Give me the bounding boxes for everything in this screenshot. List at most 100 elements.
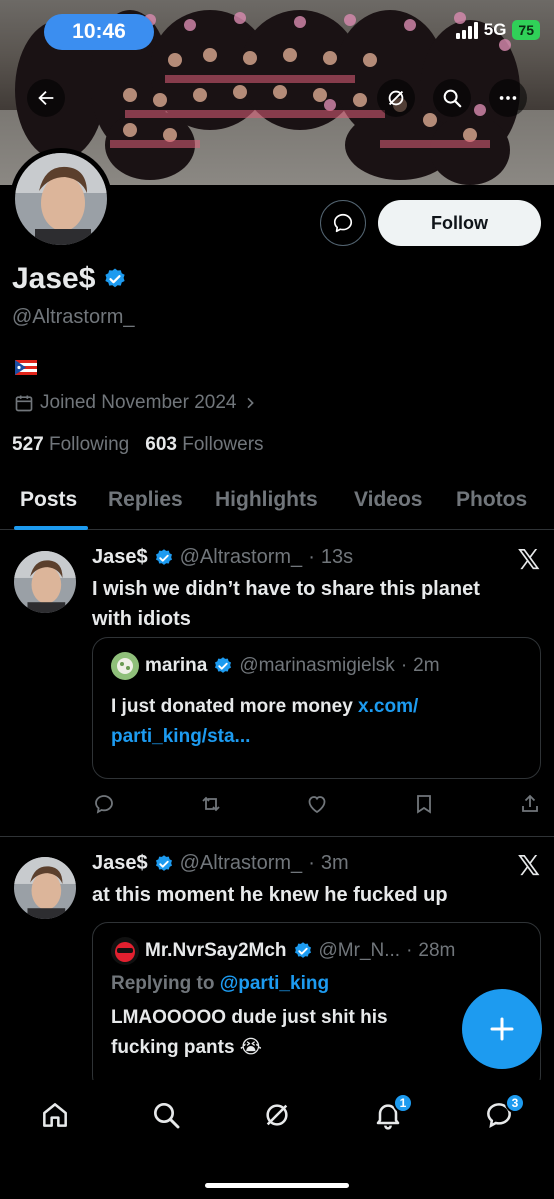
signal-icon	[455, 21, 478, 39]
verified-badge-icon	[155, 548, 172, 565]
profile-name: Jase$	[12, 262, 96, 295]
nav-grok[interactable]	[259, 1097, 295, 1133]
profile-tabs: Posts Replies Highlights Videos Photos	[0, 476, 554, 530]
joined-row[interactable]: Joined November 2024	[14, 392, 258, 414]
tab-highlights[interactable]: Highlights	[215, 488, 318, 512]
post-separator: ·	[308, 546, 315, 568]
post-header: Jase$ @Altrastorm_ · 3m	[92, 852, 349, 875]
profile-avatar[interactable]	[10, 148, 112, 250]
post-separator: ·	[308, 852, 315, 874]
post[interactable]: Jase$ @Altrastorm_ · 13s 𝕏 I wish we did…	[0, 531, 554, 836]
quote-avatar	[111, 937, 139, 965]
quoted-post[interactable]: marina @marinasmigielsk · 2m I just dona…	[92, 637, 541, 779]
followers-count: 603	[145, 434, 177, 455]
nav-search[interactable]	[148, 1097, 184, 1133]
joined-date: Joined November 2024	[40, 392, 237, 413]
following-label: Following	[48, 434, 130, 455]
post-header: Jase$ @Altrastorm_ · 13s	[92, 546, 353, 569]
post-author-handle[interactable]: @Altrastorm_	[180, 546, 303, 569]
profile-handle: @Altrastorm_	[12, 306, 135, 328]
tab-replies[interactable]: Replies	[108, 488, 183, 512]
nav-home[interactable]	[37, 1097, 73, 1133]
quote-link-continued[interactable]: parti_king/sta...	[111, 722, 418, 752]
more-dots-icon	[499, 96, 517, 100]
quote-time: 2m	[413, 655, 440, 676]
post-text-line: with idiots	[92, 608, 191, 630]
post-avatar[interactable]	[14, 551, 76, 613]
search-icon	[154, 1103, 180, 1129]
battery-indicator: 75	[512, 20, 540, 40]
post-text: I wish we didn’t have to share this plan…	[92, 574, 480, 634]
home-indicator	[205, 1183, 349, 1188]
grok-button[interactable]	[377, 79, 415, 117]
search-button[interactable]	[433, 79, 471, 117]
active-tab-indicator	[14, 526, 88, 530]
bookmark-button[interactable]	[412, 792, 436, 816]
quote-separator: ·	[406, 940, 413, 961]
post-time: 3m	[320, 852, 349, 874]
compose-post-button[interactable]	[462, 989, 542, 1069]
back-button[interactable]	[27, 79, 65, 117]
verified-badge-icon[interactable]	[103, 267, 127, 291]
bookmark-icon	[416, 795, 431, 814]
share-icon	[522, 794, 538, 812]
quote-author-handle: @Mr_N...	[318, 940, 401, 961]
replying-to-line: Replying to @parti_king	[111, 969, 329, 999]
grok-icon	[388, 90, 404, 106]
network-label: 5G	[483, 20, 507, 39]
replying-to-handle[interactable]: @parti_king	[220, 973, 329, 994]
quote-link[interactable]: x.com/	[358, 696, 418, 717]
following-link[interactable]: 527 Following	[12, 434, 129, 456]
follow-stats: 527 Following 603 Followers	[12, 434, 264, 456]
avatar-photo	[111, 937, 139, 965]
repost-button[interactable]	[199, 792, 223, 816]
post-time: 13s	[320, 546, 354, 568]
verified-badge-icon	[215, 657, 232, 673]
post-text: at this moment he knew he fucked up	[92, 880, 448, 910]
plus-icon	[490, 1017, 514, 1041]
reply-icon	[95, 795, 113, 814]
post-author-name[interactable]: Jase$	[92, 546, 148, 569]
chat-bubble-icon	[333, 213, 353, 233]
chevron-right-icon	[247, 397, 255, 409]
post-text-line: at this moment he knew he fucked up	[92, 884, 448, 906]
post-author-name[interactable]: Jase$	[92, 852, 148, 875]
profile-name-row: Jase$	[12, 262, 127, 296]
status-time: 10:46	[44, 14, 154, 50]
status-icons: 5G 75	[455, 20, 540, 40]
quote-author-handle: @marinasmigielsk	[239, 655, 395, 676]
tab-photos[interactable]: Photos	[456, 488, 527, 512]
reply-button[interactable]	[92, 792, 116, 816]
grok-icon	[266, 1104, 288, 1126]
repost-icon	[201, 796, 220, 812]
post-avatar[interactable]	[14, 857, 76, 919]
quote-text: LMAOOOOO dude just shit his fucking pant…	[111, 1003, 388, 1063]
quote-time: 28m	[418, 940, 456, 961]
share-button[interactable]	[518, 792, 542, 816]
quote-header: Mr.NvrSay2Mch @Mr_N... · 28m	[111, 937, 455, 965]
bottom-navigation: 1 3	[0, 1080, 554, 1199]
avatar-photo	[111, 652, 139, 680]
followers-label: Followers	[182, 434, 264, 455]
x-logo-icon: 𝕏	[517, 850, 540, 881]
home-icon	[43, 1103, 67, 1127]
followers-link[interactable]: 603 Followers	[145, 434, 263, 456]
quote-text: I just donated more money x.com/ parti_k…	[111, 692, 418, 752]
back-arrow-icon	[38, 90, 54, 106]
following-count: 527	[12, 434, 44, 455]
quote-text-line: LMAOOOOO dude just shit his	[111, 1007, 388, 1028]
quote-text-line: fucking pants 😭	[111, 1037, 262, 1058]
tab-posts[interactable]: Posts	[20, 488, 77, 512]
message-button[interactable]	[320, 200, 366, 246]
tab-videos[interactable]: Videos	[354, 488, 422, 512]
post-author-handle[interactable]: @Altrastorm_	[180, 852, 303, 875]
like-button[interactable]	[305, 792, 329, 816]
follow-button[interactable]: Follow	[378, 200, 541, 246]
more-button[interactable]	[489, 79, 527, 117]
quote-text-body: I just donated more money	[111, 696, 359, 717]
search-icon	[443, 89, 462, 108]
verified-badge-icon	[294, 942, 311, 958]
replying-to-label: Replying to	[111, 973, 220, 994]
quote-author-name: Mr.NvrSay2Mch	[145, 940, 287, 961]
avatar-photo	[14, 551, 76, 613]
